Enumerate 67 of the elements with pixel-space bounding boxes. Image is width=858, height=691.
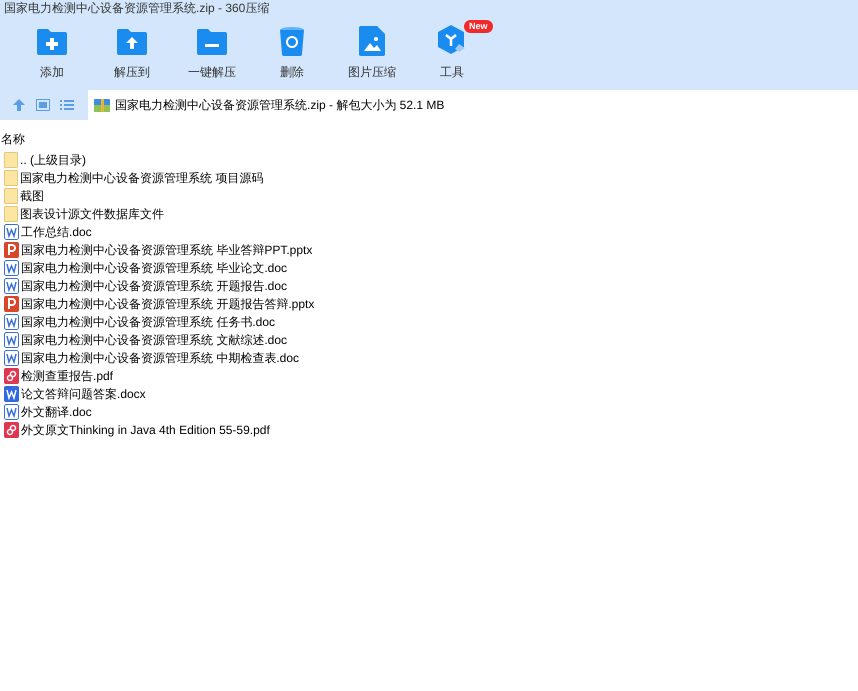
window-title: 国家电力检测中心设备资源管理系统.zip - 360压缩 xyxy=(4,1,270,15)
file-name: 国家电力检测中心设备资源管理系统 开题报告答辩.pptx xyxy=(21,296,314,312)
file-name: 国家电力检测中心设备资源管理系统 毕业论文.doc xyxy=(21,260,288,276)
list-view-icon[interactable] xyxy=(60,99,74,111)
file-row[interactable]: 图表设计源文件数据库文件 xyxy=(4,205,858,223)
file-name: 截图 xyxy=(20,188,44,204)
new-badge: New xyxy=(464,20,493,33)
file-row[interactable]: 论文答辩问题答案.docx xyxy=(4,385,858,403)
pdf-icon xyxy=(4,368,19,384)
word-doc-icon xyxy=(4,260,19,276)
file-row[interactable]: .. (上级目录) xyxy=(4,151,858,169)
file-row[interactable]: 国家电力检测中心设备资源管理系统 项目源码 xyxy=(4,169,858,187)
file-row[interactable]: 截图 xyxy=(4,187,858,205)
file-name: 图表设计源文件数据库文件 xyxy=(20,206,164,222)
word-doc-icon xyxy=(4,350,19,366)
folder-icon xyxy=(4,170,18,186)
file-row[interactable]: 工作总结.doc xyxy=(4,223,858,241)
file-row[interactable]: 国家电力检测中心设备资源管理系统 毕业论文.doc xyxy=(4,259,858,277)
recycle-bin-icon xyxy=(279,26,305,56)
folder-icon xyxy=(4,152,18,168)
image-file-icon xyxy=(359,26,385,56)
file-row[interactable]: 国家电力检测中心设备资源管理系统 任务书.doc xyxy=(4,313,858,331)
file-row[interactable]: 国家电力检测中心设备资源管理系统 开题报告.doc xyxy=(4,277,858,295)
powerpoint-icon xyxy=(4,242,19,258)
file-name: 国家电力检测中心设备资源管理系统 项目源码 xyxy=(20,170,264,186)
folder-upload-icon xyxy=(116,28,148,56)
file-name: 工作总结.doc xyxy=(21,224,92,240)
file-row[interactable]: 外文原文Thinking in Java 4th Edition 55-59.pdf xyxy=(4,421,858,439)
file-name: 国家电力检测中心设备资源管理系统 中期检查表.doc xyxy=(21,350,300,366)
word-doc-icon xyxy=(4,314,19,330)
file-row[interactable]: 国家电力检测中心设备资源管理系统 中期检查表.doc xyxy=(4,349,858,367)
path-text: 国家电力检测中心设备资源管理系统.zip - 解包大小为 52.1 MB xyxy=(115,97,444,114)
file-row[interactable]: 国家电力检测中心设备资源管理系统 文献综述.doc xyxy=(4,331,858,349)
file-name: 外文翻译.doc xyxy=(21,404,92,420)
up-arrow-icon[interactable] xyxy=(12,98,26,112)
folder-minus-icon xyxy=(196,28,228,56)
archive-icon xyxy=(94,98,110,112)
word-doc-icon xyxy=(4,278,19,294)
word-doc-icon xyxy=(4,404,19,420)
toolbar-button[interactable]: 删除 xyxy=(260,24,324,84)
hexagon-icon xyxy=(437,24,467,56)
toolbar-button[interactable]: 图片压缩 xyxy=(340,24,404,84)
thumbnail-view-icon[interactable] xyxy=(36,99,50,111)
file-name: 论文答辩问题答案.docx xyxy=(21,386,146,402)
file-name: 国家电力检测中心设备资源管理系统 开题报告.doc xyxy=(21,278,288,294)
word-doc-icon xyxy=(4,224,19,240)
word-doc-icon xyxy=(4,386,19,402)
file-name: 国家电力检测中心设备资源管理系统 文献综述.doc xyxy=(21,332,288,348)
file-name: 国家电力检测中心设备资源管理系统 任务书.doc xyxy=(21,314,276,330)
toolbar-button[interactable]: 一键解压 xyxy=(180,24,244,84)
file-row[interactable]: 外文翻译.doc xyxy=(4,403,858,421)
toolbar-button[interactable]: 添加 xyxy=(20,24,84,84)
word-doc-icon xyxy=(4,332,19,348)
file-name: 外文原文Thinking in Java 4th Edition 55-59.pdf xyxy=(21,422,270,438)
folder-icon xyxy=(4,206,18,222)
file-row[interactable]: 国家电力检测中心设备资源管理系统 毕业答辩PPT.pptx xyxy=(4,241,858,259)
powerpoint-icon xyxy=(4,296,19,312)
folder-icon xyxy=(4,188,18,204)
file-name: 检测查重报告.pdf xyxy=(21,368,114,384)
file-row[interactable]: 检测查重报告.pdf xyxy=(4,367,858,385)
toolbar-button[interactable]: 解压到 xyxy=(100,24,164,84)
file-name: .. (上级目录) xyxy=(20,152,86,168)
folder-plus-icon xyxy=(36,28,68,56)
column-header[interactable]: 名称 xyxy=(0,130,26,148)
pdf-icon xyxy=(4,422,19,438)
file-row[interactable]: 国家电力检测中心设备资源管理系统 开题报告答辩.pptx xyxy=(4,295,858,313)
file-name: 国家电力检测中心设备资源管理系统 毕业答辩PPT.pptx xyxy=(21,242,312,258)
